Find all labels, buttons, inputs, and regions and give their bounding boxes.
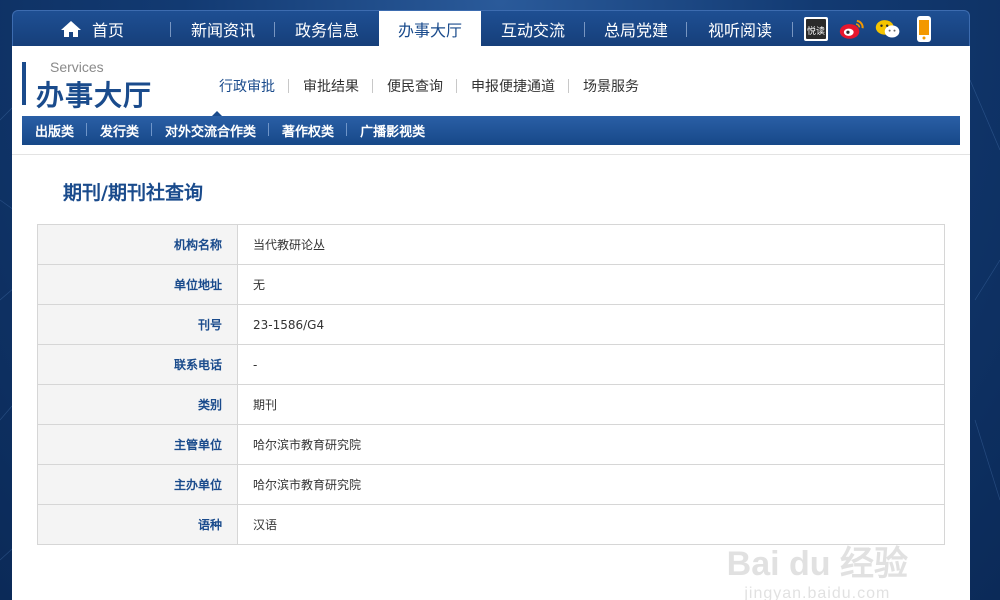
services-logo: Services 办事大厅 xyxy=(22,59,180,112)
row-label: 刊号 xyxy=(37,304,238,345)
table-row: 类别 期刊 xyxy=(37,384,945,425)
row-value: 无 xyxy=(237,264,945,305)
category-distribution[interactable]: 发行类 xyxy=(87,121,153,140)
category-publishing[interactable]: 出版类 xyxy=(22,121,88,140)
nav-label-news: 新闻资讯 xyxy=(190,20,255,40)
services-accent-bar xyxy=(22,62,26,105)
category-foreign-exchange[interactable]: 对外交流合作类 xyxy=(152,121,270,140)
mobile-icon[interactable] xyxy=(911,15,937,42)
page-title: 期刊/期刊社查询 xyxy=(63,182,203,204)
row-label: 语种 xyxy=(37,504,238,545)
nav-label-government-info: 政务信息 xyxy=(294,20,359,40)
yuedu-icon[interactable]: 悦读 xyxy=(803,16,829,42)
row-label: 机构名称 xyxy=(37,224,238,265)
watermark-main: Bai du 经验 xyxy=(726,545,908,583)
row-label: 联系电话 xyxy=(37,344,238,385)
nav-label-home: 首页 xyxy=(91,20,124,40)
row-label: 类别 xyxy=(37,384,238,425)
nav-label-audiovisual-reading: 视听阅读 xyxy=(707,20,772,40)
services-english-label: Services xyxy=(50,59,104,75)
category-broadcast-film[interactable]: 广播影视类 xyxy=(347,121,438,140)
row-value: 哈尔滨市教育研究院 xyxy=(237,424,945,465)
page-frame: 首页 新闻资讯 政务信息 办事大厅 互动交流 总局党建 视听阅读 悦读 Serv… xyxy=(12,10,970,600)
row-value: 23-1586/G4 xyxy=(237,304,945,345)
subnav-item-public-query[interactable]: 便民查询 xyxy=(373,76,457,96)
nav-label-interaction: 互动交流 xyxy=(500,20,565,40)
table-row: 主管单位 哈尔滨市教育研究院 xyxy=(37,424,945,465)
nav-item-government-info[interactable]: 政务信息 xyxy=(275,11,379,47)
row-value: 当代教研论丛 xyxy=(237,224,945,265)
watermark-sub: jingyan.baidu.com xyxy=(744,585,891,600)
table-row: 主办单位 哈尔滨市教育研究院 xyxy=(37,464,945,505)
nav-item-party-building[interactable]: 总局党建 xyxy=(585,11,687,47)
row-value: 哈尔滨市教育研究院 xyxy=(237,464,945,505)
category-copyright[interactable]: 著作权类 xyxy=(269,121,348,140)
journal-info-table: 机构名称 当代教研论丛 单位地址 无 刊号 23-1586/G4 联系电话 - … xyxy=(37,224,945,545)
row-label: 主办单位 xyxy=(37,464,238,505)
row-label: 主管单位 xyxy=(37,424,238,465)
subnav-item-fast-channel[interactable]: 申报便捷通道 xyxy=(457,76,569,96)
nav-label-party-building: 总局党建 xyxy=(603,20,668,40)
table-row: 联系电话 - xyxy=(37,344,945,385)
nav-item-home[interactable]: 首页 xyxy=(13,11,171,47)
subnav-item-scene-services[interactable]: 场景服务 xyxy=(569,76,653,96)
table-row: 刊号 23-1586/G4 xyxy=(37,304,945,345)
subnav-item-approval-results[interactable]: 审批结果 xyxy=(289,76,373,96)
subnav-item-admin-approval[interactable]: 行政审批 xyxy=(207,76,289,96)
baidu-jingyan-watermark: Bai du 经验 jingyan.baidu.com xyxy=(727,536,908,600)
weibo-icon[interactable] xyxy=(839,16,865,42)
sub-navigation: 行政审批 审批结果 便民查询 申报便捷通道 场景服务 xyxy=(207,76,653,96)
row-value: - xyxy=(237,344,945,385)
nav-item-news[interactable]: 新闻资讯 xyxy=(171,11,275,47)
header-divider xyxy=(12,154,970,155)
table-row: 机构名称 当代教研论丛 xyxy=(37,224,945,265)
row-value: 期刊 xyxy=(237,384,945,425)
row-label: 单位地址 xyxy=(37,264,238,305)
content-panel: Services 办事大厅 行政审批 审批结果 便民查询 申报便捷通道 场景服务… xyxy=(12,46,970,600)
yuedu-icon-label: 悦读 xyxy=(807,25,825,37)
home-icon xyxy=(60,20,81,37)
nav-item-services-hall[interactable]: 办事大厅 xyxy=(379,10,481,47)
nav-item-audiovisual-reading[interactable]: 视听阅读 xyxy=(687,11,793,47)
nav-label-services-hall: 办事大厅 xyxy=(397,20,462,40)
top-navigation: 首页 新闻资讯 政务信息 办事大厅 互动交流 总局党建 视听阅读 悦读 xyxy=(12,10,970,47)
wechat-icon[interactable] xyxy=(875,16,901,42)
table-row: 单位地址 无 xyxy=(37,264,945,305)
category-bar: 出版类 发行类 对外交流合作类 著作权类 广播影视类 xyxy=(22,116,960,145)
nav-item-interaction[interactable]: 互动交流 xyxy=(481,11,585,47)
services-chinese-title: 办事大厅 xyxy=(36,79,153,112)
